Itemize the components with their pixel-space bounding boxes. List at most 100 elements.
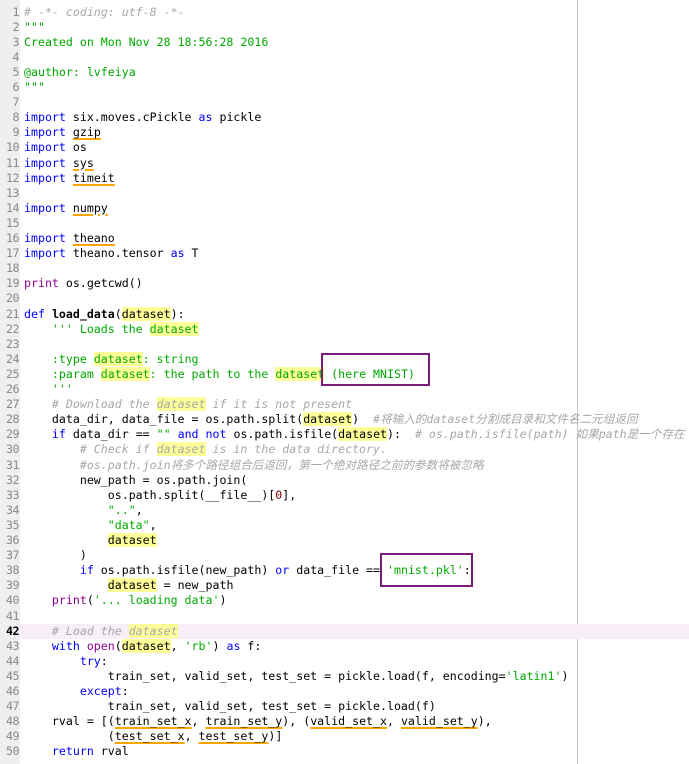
code-line[interactable]: 4 [0, 50, 689, 65]
code-line[interactable]: 3 Created on Mon Nov 28 18:56:28 2016 [0, 35, 689, 50]
code-text[interactable]: import theano [24, 231, 689, 246]
code-line[interactable]: 19 print os.getcwd() [0, 276, 689, 291]
code-text[interactable] [24, 50, 689, 65]
code-text[interactable] [24, 186, 689, 201]
code-text[interactable]: except: [24, 684, 689, 699]
code-line[interactable]: 35 "data", [0, 518, 689, 533]
code-text[interactable] [24, 216, 689, 231]
code-line[interactable]: 44 try: [0, 654, 689, 669]
code-line[interactable]: 17 import theano.tensor as T [0, 246, 689, 261]
code-line[interactable]: 12 import timeit [0, 171, 689, 186]
code-text[interactable]: """ [24, 80, 689, 95]
code-line[interactable]: 36 dataset [0, 533, 689, 548]
code-line[interactable]: 40 print('... loading data') [0, 593, 689, 608]
code-text[interactable]: with open(dataset, 'rb') as f: [24, 638, 689, 654]
code-text[interactable]: @author: lvfeiya [24, 65, 689, 80]
code-line[interactable]: 1 # -*- coding: utf-8 -*- [0, 5, 689, 20]
code-line[interactable]: 27 # Download the dataset if it is not p… [0, 397, 689, 412]
code-text[interactable]: import sys [24, 156, 689, 171]
code-line[interactable]: 11 import sys [0, 156, 689, 171]
code-line[interactable]: 2 """ [0, 20, 689, 35]
code-line[interactable]: 5 @author: lvfeiya [0, 65, 689, 80]
code-text[interactable]: rval = [(train_set_x, train_set_y), (val… [24, 714, 689, 729]
code-line[interactable]: 42 # Load the dataset [0, 623, 689, 639]
code-line[interactable]: 39 dataset = new_path [0, 578, 689, 593]
code-line[interactable]: 43 with open(dataset, 'rb') as f: [0, 638, 689, 654]
code-line[interactable]: 47 train_set, valid_set, test_set = pick… [0, 699, 689, 714]
code-text[interactable]: """ [24, 20, 689, 35]
code-text[interactable]: dataset = new_path [24, 578, 689, 593]
code-text[interactable]: # Check if dataset is in the data direct… [24, 442, 689, 457]
code-line[interactable]: 33 os.path.split(__file__)[0], [0, 488, 689, 503]
code-text[interactable]: :type dataset: string [24, 351, 689, 367]
code-text[interactable]: import timeit [24, 171, 689, 186]
code-line[interactable]: 37 ) [0, 548, 689, 563]
code-line[interactable]: 20 [0, 291, 689, 306]
code-text[interactable] [24, 95, 689, 110]
code-text[interactable]: # Download the dataset if it is not pres… [24, 397, 689, 412]
code-line[interactable]: 22 ''' Loads the dataset [0, 321, 689, 337]
code-text[interactable]: ''' [24, 382, 689, 397]
code-line[interactable]: 18 [0, 261, 689, 276]
code-text[interactable]: # Load the dataset [20, 623, 689, 639]
code-line[interactable]: 38 if os.path.isfile(new_path) or data_f… [0, 563, 689, 578]
code-text[interactable]: return rval [24, 744, 689, 759]
code-text[interactable]: import os [24, 140, 689, 155]
code-text[interactable]: import numpy [24, 201, 689, 216]
code-line[interactable]: 48 rval = [(train_set_x, train_set_y), (… [0, 714, 689, 729]
code-line[interactable]: 6 """ [0, 80, 689, 95]
code-line[interactable]: 10 import os [0, 140, 689, 155]
code-text[interactable]: train_set, valid_set, test_set = pickle.… [24, 669, 689, 684]
code-line[interactable]: 15 [0, 216, 689, 231]
code-text[interactable]: if os.path.isfile(new_path) or data_file… [24, 563, 689, 578]
code-text[interactable]: try: [24, 654, 689, 669]
code-line[interactable]: 14 import numpy [0, 201, 689, 216]
code-text[interactable] [24, 337, 689, 352]
code-text[interactable]: #os.path.join将多个路径组合后返回，第一个绝对路径之前的参数将被忽略 [24, 458, 689, 473]
code-line[interactable]: 31 #os.path.join将多个路径组合后返回，第一个绝对路径之前的参数将… [0, 458, 689, 473]
code-text[interactable]: "data", [24, 518, 689, 533]
code-line[interactable]: 7 [0, 95, 689, 110]
code-line[interactable]: 24 :type dataset: string [0, 351, 689, 367]
code-line[interactable]: 30 # Check if dataset is in the data dir… [0, 442, 689, 457]
code-line[interactable]: 32 new_path = os.path.join( [0, 473, 689, 488]
code-text[interactable]: ) [24, 548, 689, 563]
code-line[interactable]: 46 except: [0, 684, 689, 699]
code-text[interactable] [24, 291, 689, 306]
code-line[interactable]: 26 ''' [0, 382, 689, 397]
code-text[interactable]: train_set, valid_set, test_set = pickle.… [24, 699, 689, 714]
code-editor[interactable]: 1 # -*- coding: utf-8 -*- 2 """ 3 Created on … [0, 0, 689, 764]
code-text[interactable]: import theano.tensor as T [24, 246, 689, 261]
code-text[interactable]: print('... loading data') [24, 593, 689, 608]
code-text[interactable]: "..", [24, 503, 689, 518]
code-text[interactable]: def load_data(dataset): [24, 306, 689, 322]
code-text[interactable] [24, 609, 689, 624]
code-line[interactable]: 8 import six.moves.cPickle as pickle [0, 110, 689, 125]
code-text[interactable]: (test_set_x, test_set_y)] [24, 729, 689, 744]
code-text[interactable]: ''' Loads the dataset [24, 321, 689, 337]
code-text[interactable]: import six.moves.cPickle as pickle [24, 110, 689, 125]
code-line[interactable]: 34 "..", [0, 503, 689, 518]
code-text[interactable]: Created on Mon Nov 28 18:56:28 2016 [24, 35, 689, 50]
code-text[interactable]: print os.getcwd() [24, 276, 689, 291]
code-line[interactable]: 16 import theano [0, 231, 689, 246]
code-line[interactable]: 13 [0, 186, 689, 201]
code-line[interactable]: 29 if data_dir == "" and not os.path.isf… [0, 427, 689, 442]
code-text[interactable]: :param dataset: the path to the dataset … [24, 366, 689, 382]
code-text[interactable]: os.path.split(__file__)[0], [24, 488, 689, 503]
code-line[interactable]: 41 [0, 609, 689, 624]
code-line[interactable]: 49 (test_set_x, test_set_y)] [0, 729, 689, 744]
code-text[interactable]: if data_dir == "" and not os.path.isfile… [24, 427, 689, 442]
code-line[interactable]: 45 train_set, valid_set, test_set = pick… [0, 669, 689, 684]
code-line[interactable]: 28 data_dir, data_file = os.path.split(d… [0, 412, 689, 427]
code-line[interactable]: 9 import gzip [0, 125, 689, 140]
code-line[interactable]: 50 return rval [0, 744, 689, 759]
code-text[interactable]: dataset [24, 533, 689, 548]
code-text[interactable]: # -*- coding: utf-8 -*- [24, 5, 689, 20]
code-text[interactable]: new_path = os.path.join( [24, 473, 689, 488]
code-line[interactable]: 21 def load_data(dataset): [0, 306, 689, 322]
code-text[interactable]: data_dir, data_file = os.path.split(data… [24, 412, 689, 427]
code-line[interactable]: 25 :param dataset: the path to the datas… [0, 366, 689, 382]
code-line[interactable]: 23 [0, 337, 689, 352]
code-text[interactable] [24, 261, 689, 276]
